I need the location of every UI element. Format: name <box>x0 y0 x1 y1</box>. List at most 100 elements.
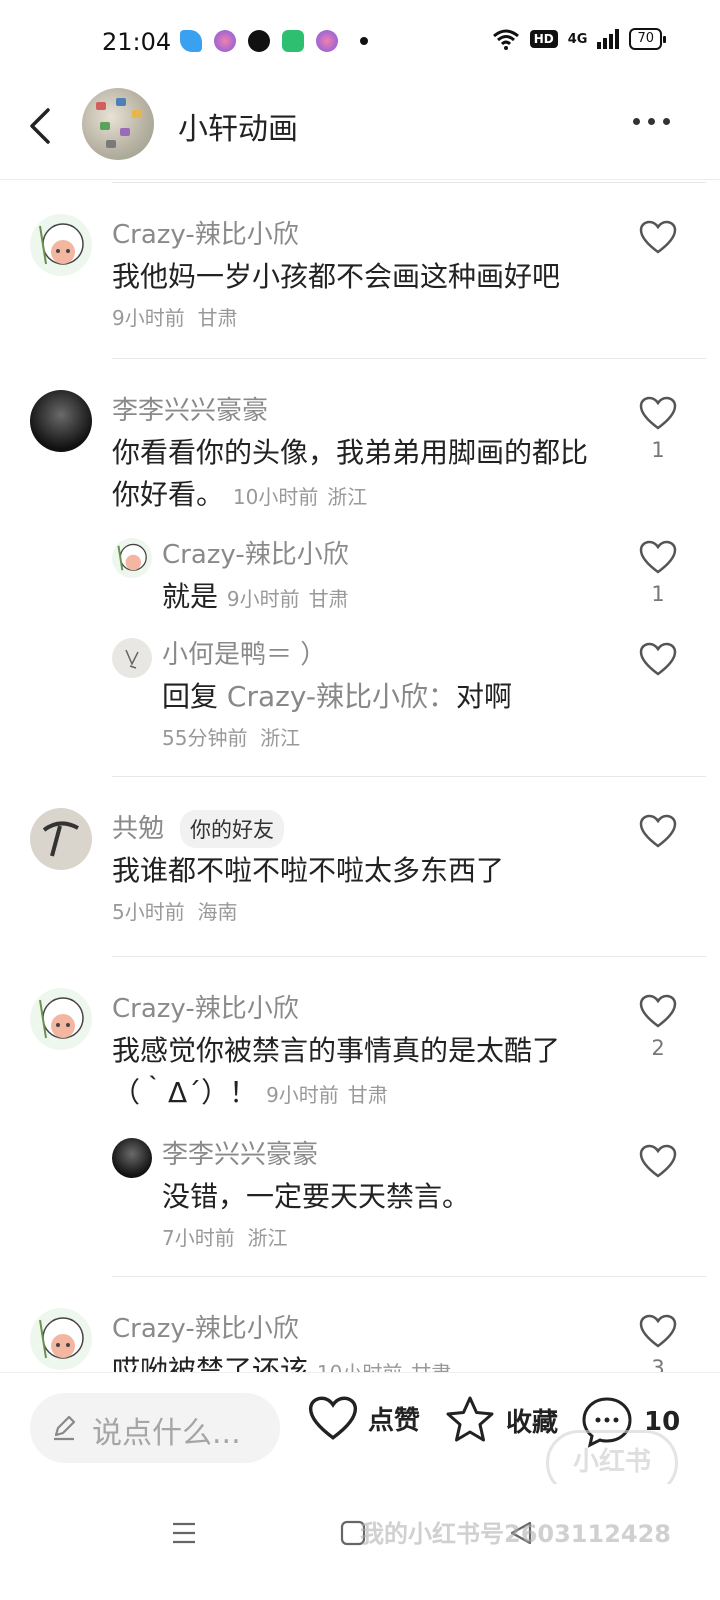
reply-time: 7小时前 <box>162 1226 235 1250</box>
collect-button[interactable]: 收藏 <box>444 1395 558 1445</box>
reply-to-name[interactable]: Crazy-辣比小欣： <box>227 680 456 713</box>
comment-author[interactable]: Crazy-辣比小欣 <box>112 214 299 251</box>
reply-author[interactable]: Crazy-辣比小欣 <box>162 534 349 571</box>
comment-location: 甘肃 <box>347 1083 388 1107</box>
comment-time: 10小时前 <box>232 485 319 509</box>
battery-indicator: 70 <box>629 28 666 50</box>
like-button[interactable]: 1 <box>638 540 678 606</box>
like-button[interactable] <box>638 1144 678 1178</box>
reply-meta: 7小时前 浙江 <box>162 1222 287 1251</box>
comment-body-line1: 我感觉你被禁言的事情真的是太酷了 <box>112 1034 561 1067</box>
comment-author[interactable]: 李李兴兴豪豪 <box>112 390 268 427</box>
more-options-button[interactable] <box>633 118 670 125</box>
comment-text[interactable]: 你看看你的头像，我弟弟用脚画的都比你好看。 10小时前 浙江 <box>112 432 602 518</box>
reply-body: 就是 <box>162 580 219 613</box>
wechat-icon <box>248 30 270 52</box>
like-count: 1 <box>651 582 665 606</box>
like-note-button[interactable]: 点赞 <box>308 1395 420 1441</box>
comment-body: 哎呦被禁了还该 <box>112 1354 309 1372</box>
comment-author[interactable]: Crazy-辣比小欣 <box>112 988 299 1025</box>
shop-icon <box>282 30 304 52</box>
comment-author[interactable]: 共勉 <box>112 808 164 845</box>
like-label: 点赞 <box>368 1405 421 1436</box>
menu-nav-button[interactable] <box>170 1520 198 1550</box>
comment-time: 9小时前 <box>112 306 185 330</box>
comment-location: 甘肃 <box>197 306 238 330</box>
pencil-icon <box>54 1415 76 1441</box>
reply-text[interactable]: 没错，一定要天天禁言。 <box>162 1176 622 1218</box>
divider <box>112 182 706 183</box>
comment-location: 浙江 <box>327 485 368 509</box>
like-button[interactable] <box>638 220 678 254</box>
comment-author[interactable]: Crazy-辣比小欣 <box>112 1308 299 1345</box>
comment-time: 10小时前 <box>317 1361 402 1372</box>
like-button[interactable]: 1 <box>638 396 678 462</box>
more-notifications-dot <box>360 37 368 45</box>
reply-body: 对啊 <box>456 680 513 713</box>
heart-icon <box>639 994 677 1028</box>
signal-icon <box>597 29 620 49</box>
like-button[interactable] <box>638 814 678 848</box>
app-notification-icon <box>180 30 202 52</box>
reply-text[interactable]: 就是 9小时前 甘肃 <box>162 576 602 620</box>
comment-input-placeholder: 说点什么... <box>92 1416 241 1451</box>
reply-location: 浙江 <box>260 726 301 750</box>
heart-icon <box>639 1314 677 1348</box>
reply-text[interactable]: 回复 Crazy-辣比小欣：对啊 <box>162 676 622 718</box>
comment-time: 5小时前 <box>112 900 185 924</box>
friend-tag: 你的好友 <box>180 810 284 848</box>
divider <box>112 1276 706 1277</box>
commenter-avatar[interactable] <box>30 808 92 870</box>
back-button[interactable] <box>22 106 62 146</box>
reply-avatar[interactable] <box>112 1138 152 1178</box>
heart-icon <box>639 396 677 430</box>
comment-text[interactable]: 我他妈一岁小孩都不会画这种画好吧 <box>112 256 602 298</box>
comment-list[interactable]: Crazy-辣比小欣 我他妈一岁小孩都不会画这种画好吧 9小时前 甘肃 李李兴兴… <box>0 182 720 1372</box>
comment-input[interactable]: 说点什么... <box>30 1393 280 1463</box>
heart-icon <box>639 642 677 676</box>
commenter-avatar[interactable] <box>30 390 92 452</box>
commenter-avatar[interactable] <box>30 214 92 276</box>
status-indicators: HD 4G 70 <box>492 28 666 50</box>
comment-meta: 9小时前 甘肃 <box>112 302 237 331</box>
author-name[interactable]: 小轩动画 <box>178 104 298 148</box>
reply-meta: 55分钟前 浙江 <box>162 722 300 751</box>
heart-icon <box>639 220 677 254</box>
reply-author[interactable]: 小何是鸭＝ ） <box>162 634 326 671</box>
pickaxe-avatar-icon <box>42 821 79 857</box>
comment-time: 9小时前 <box>266 1083 339 1107</box>
reply-time: 9小时前 <box>226 587 300 611</box>
comment-text[interactable]: 我感觉你被禁言的事情真的是太酷了 （｀Δ´）！ 9小时前 甘肃 <box>112 1030 602 1116</box>
app-notification-icon <box>316 30 338 52</box>
menu-icon <box>173 1522 195 1544</box>
reply-avatar[interactable] <box>112 538 152 578</box>
watermark-text: 我的小红书号2603112428 <box>360 1520 671 1548</box>
reply-time: 55分钟前 <box>162 726 248 750</box>
like-count: 2 <box>651 1036 665 1060</box>
like-button[interactable]: 3 <box>638 1314 678 1372</box>
divider <box>112 776 706 777</box>
comment-location: 甘肃 <box>411 1361 451 1372</box>
sheep-avatar-icon <box>117 543 147 571</box>
more-dot <box>648 118 655 125</box>
status-time: 21:04 <box>102 28 172 56</box>
chevron-left-icon <box>30 108 50 144</box>
reply-location: 浙江 <box>247 1226 288 1250</box>
reply-avatar[interactable] <box>112 638 152 678</box>
commenter-avatar[interactable] <box>30 1308 92 1370</box>
commenter-avatar[interactable] <box>30 988 92 1050</box>
comment-text[interactable]: 我谁都不啦不啦不啦太多东西了 <box>112 850 602 892</box>
author-avatar[interactable] <box>82 88 154 160</box>
star-icon <box>446 1396 494 1442</box>
reply-author[interactable]: 李李兴兴豪豪 <box>162 1134 318 1171</box>
like-button[interactable]: 2 <box>638 994 678 1060</box>
comment-meta: 5小时前 海南 <box>112 896 237 925</box>
more-dot <box>633 118 640 125</box>
comment-text[interactable]: 哎呦被禁了还该 10小时前 甘肃 <box>112 1350 602 1372</box>
reply-location: 甘肃 <box>308 587 349 611</box>
heart-icon <box>308 1396 358 1440</box>
like-button[interactable] <box>638 642 678 676</box>
sheep-avatar-icon <box>39 223 84 265</box>
note-header: 小轩动画 <box>0 88 720 180</box>
reply-prefix: 回复 <box>162 680 219 713</box>
